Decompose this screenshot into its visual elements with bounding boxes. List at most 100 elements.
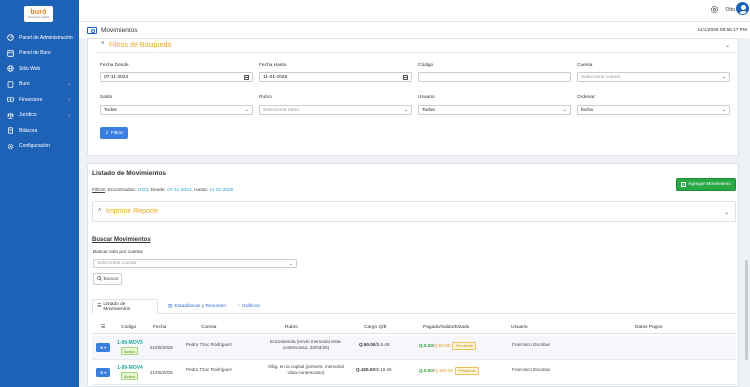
chevron-down-icon[interactable]: ⌄ — [724, 209, 729, 216]
sidebar-item-website[interactable]: Sitio Web — [0, 61, 79, 77]
chevron-down-icon: ⌄ — [244, 107, 249, 113]
row-balance: Q.50.00 — [434, 343, 451, 348]
sidebar-item-buro[interactable]: Buro › — [0, 77, 79, 93]
saldo-select[interactable]: Todos ⌄ — [100, 105, 253, 115]
cuenta-select[interactable]: Seleccione cuenta ⌄ — [577, 72, 730, 82]
encontrados-label: : Encontrados: — [105, 188, 136, 193]
table-row[interactable]: ⊞ ▾ 1-99-MOV4 Activo 21/05/2025 Pedro Tz… — [92, 361, 736, 385]
avatar[interactable] — [736, 2, 749, 15]
plus-square-icon: + — [681, 182, 687, 187]
print-report-title: Imprimir Reporte — [106, 208, 159, 215]
movement-code[interactable]: 1-99-MOV5 — [117, 340, 143, 346]
filter-title: Filtros de Búsqueda — [109, 41, 172, 49]
fecha-desde-input[interactable]: 07-11-2024 — [100, 72, 253, 82]
calendar-icon[interactable] — [403, 75, 408, 80]
row-actions-button[interactable]: ⊞ ▾ — [96, 343, 110, 352]
chevron-right-icon: › — [68, 81, 70, 88]
sidebar-item-buro-panel[interactable]: Panel de Buro — [0, 46, 79, 62]
add-movement-label: Agregar Movimiento — [688, 182, 731, 187]
row-date: 21/05/2025 — [150, 345, 173, 350]
row-rubro: Encomienda (envío memorial vista- conten… — [251, 339, 361, 351]
sidebar-item-juridico[interactable]: Jurídico › — [0, 108, 79, 124]
column-header[interactable]: Datos Pagos — [635, 325, 662, 330]
column-header[interactable]: Fecha — [153, 325, 166, 330]
usuario-value: Todos — [422, 107, 435, 113]
tab-listado[interactable]: ☰ Listado de Movimientos — [92, 299, 158, 314]
codigo-input[interactable] — [418, 72, 571, 82]
sidebar-item-configuracion[interactable]: Configuración — [0, 139, 79, 155]
sidebar-item-label: Financiero — [19, 96, 43, 103]
tab-graficos[interactable]: ◔ Gráficos — [233, 299, 264, 314]
sidebar-item-admin-panel[interactable]: Panel de Administración — [0, 30, 79, 46]
search-button-label: Buscar — [103, 276, 119, 282]
movement-code[interactable]: 1-99-MOV4 — [117, 365, 143, 371]
ordenar-select[interactable]: fecha ⌄ — [577, 105, 730, 115]
row-user: Francisco Escobar — [512, 367, 551, 372]
print-report-panel[interactable]: ˄ Imprimir Reporte ⌄ — [92, 201, 736, 222]
sidebar-item-label: Panel de Administración — [19, 34, 73, 41]
logo[interactable]: buró Sistema de gestión — [24, 6, 53, 22]
pie-chart-icon: ◔ — [237, 304, 240, 309]
column-header[interactable]: Cuenta — [201, 325, 216, 330]
current-datetime: 11/1/2026 08:56:17 PM — [697, 28, 747, 33]
page-scrollbar[interactable] — [745, 260, 748, 360]
top-bar: Otto — [79, 0, 750, 22]
logo-text: buró — [30, 9, 47, 16]
tab-label: Estadísticas y Resumen — [174, 304, 227, 309]
saldo-value: Todos — [104, 107, 117, 113]
fecha-hasta-value: 11-01-2026 — [263, 74, 288, 80]
filter-card: ˄ Filtros de Búsqueda ⌄ Fecha Desde 07-1… — [87, 38, 739, 156]
column-header[interactable]: Usuario — [511, 325, 528, 330]
codigo-label: Código — [418, 63, 434, 68]
column-header[interactable]: Código — [121, 325, 136, 330]
hasta-value: 11-01-2026 — [209, 188, 234, 193]
tab-label: Listado de Movimientos — [103, 301, 131, 312]
filter-header[interactable]: ˄ Filtros de Búsqueda ⌄ — [96, 39, 736, 53]
columns-icon[interactable]: ☰ — [101, 325, 105, 330]
add-movement-button[interactable]: + Agregar Movimiento — [676, 178, 736, 191]
rubro-select[interactable]: Seleccione rubro ⌄ — [259, 105, 412, 115]
desde-value: 07-11-2024 — [167, 188, 192, 193]
sidebar-item-bitacora[interactable]: Bitácora — [0, 123, 79, 139]
legal-icon — [7, 112, 14, 119]
status-badge: Activo — [121, 347, 138, 355]
table-row[interactable]: ⊞ ▾ 1-99-MOV5 Activo 21/05/2025 Pedro Tz… — [92, 336, 736, 360]
pending-badge: Pendiente — [452, 342, 477, 350]
tab-label: Gráficos — [241, 304, 260, 309]
settings-gear-icon[interactable] — [710, 5, 719, 14]
chevron-down-icon: ⌄ — [403, 107, 408, 113]
row-user: Francisco Escobar — [512, 342, 551, 347]
search-button[interactable]: Buscar — [93, 273, 122, 285]
column-header[interactable]: Rubro — [285, 325, 298, 330]
column-header[interactable]: Cargo Q/$ — [364, 325, 386, 330]
column-header[interactable]: Pagado/Saldo/Estado — [423, 325, 469, 330]
sidebar-item-financiero[interactable]: Financiero › — [0, 92, 79, 108]
chevron-down-icon: ⌄ — [721, 107, 726, 113]
search-title: Buscar Movimientos — [92, 237, 151, 243]
list-card: Listado de Movimientos + Agregar Movimie… — [87, 163, 739, 387]
tab-estadisticas[interactable]: ▥ Estadísticas y Resumen — [164, 299, 230, 314]
filter-button[interactable]: ⇩ Filtrar — [100, 127, 128, 139]
row-rubro-line2: vista-contencioso) — [287, 370, 325, 375]
search-account-placeholder: Seleccione cuenta — [97, 261, 137, 266]
fecha-hasta-input[interactable]: 11-01-2026 — [259, 72, 412, 82]
row-actions-button[interactable]: ⊞ ▾ — [96, 368, 110, 377]
row-charge: Q.150.00/$.19.46 — [356, 367, 392, 372]
user-name[interactable]: Otto — [726, 7, 735, 13]
desde-label: , Desde: — [148, 188, 166, 193]
chevron-down-icon[interactable]: ⌄ — [725, 42, 730, 49]
usuario-select[interactable]: Todos ⌄ — [418, 105, 571, 115]
sidebar-nav: Panel de Administración Panel de Buro Si… — [0, 30, 79, 154]
calendar-icon[interactable] — [244, 75, 249, 80]
hasta-label: , Hasta: — [191, 188, 208, 193]
cuenta-placeholder: Seleccione cuenta — [581, 74, 621, 80]
fecha-hasta-label: Fecha Hasta — [259, 63, 287, 68]
fecha-desde-label: Fecha Desde — [100, 63, 129, 68]
chevron-down-icon: ⌄ — [562, 107, 567, 113]
row-date: 21/05/2025 — [150, 370, 173, 375]
search-account-select[interactable]: Seleccione cuenta ⌄ — [93, 259, 297, 268]
tabs: ☰ Listado de Movimientos ▥ Estadísticas … — [92, 299, 736, 314]
gear-icon — [7, 143, 14, 150]
ordenar-label: Ordenar: — [577, 95, 596, 100]
ordenar-value: fecha — [581, 107, 593, 113]
